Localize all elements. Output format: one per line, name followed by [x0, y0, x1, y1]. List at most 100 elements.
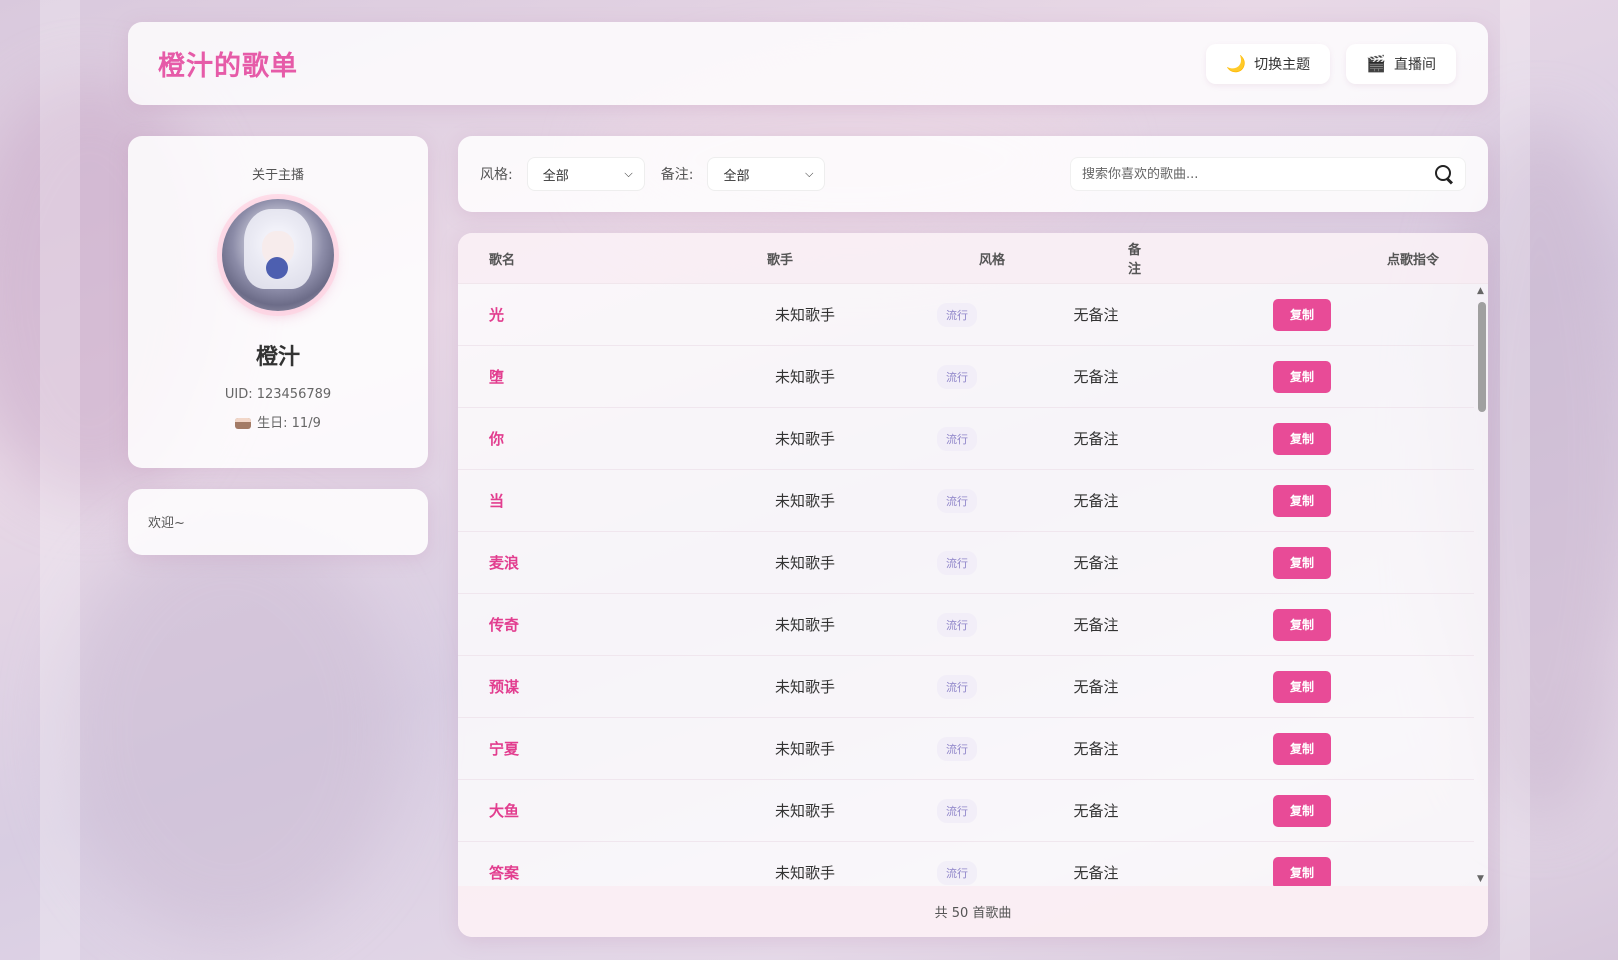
singer-name: 未知歌手 — [774, 678, 835, 696]
copy-button[interactable]: 复制 — [1273, 422, 1331, 455]
table-row: 当未知歌手 流行 无备注 复制 — [458, 470, 1474, 532]
column-header-singer[interactable]: 歌手 — [704, 249, 856, 268]
style-cell: 流行 — [852, 612, 1062, 637]
table-row: 传奇 未知歌手 流行 无备注 复制 — [458, 594, 1474, 656]
note-text: 无备注 — [1073, 430, 1119, 448]
scroll-down-arrow-icon[interactable]: ▼ — [1477, 874, 1484, 884]
table-row: 答案 未知歌手 流行 无备注 复制 — [458, 842, 1474, 886]
table-row: 你未知歌手 流行 无备注 复制 — [458, 408, 1474, 470]
song-name[interactable]: 你 — [458, 428, 758, 449]
song-count: 共 50 首歌曲 — [934, 906, 1012, 921]
singer-name: 未知歌手 — [774, 740, 835, 758]
live-room-button[interactable]: 🎬 直播间 — [1346, 43, 1456, 84]
command-cell: 复制 — [1130, 298, 1474, 331]
scrollbar-thumb[interactable] — [1478, 302, 1486, 412]
style-cell: 流行 — [852, 798, 1062, 823]
command-cell: 复制 — [1130, 422, 1474, 455]
note-text: 无备注 — [1073, 678, 1119, 696]
style-cell: 流行 — [852, 550, 1062, 575]
singer-name: 未知歌手 — [774, 430, 835, 448]
table-footer: 共 50 首歌曲 — [458, 886, 1488, 937]
note-text: 无备注 — [1073, 554, 1119, 572]
copy-button[interactable]: 复制 — [1273, 608, 1331, 641]
column-header-style[interactable]: 风格 — [856, 249, 1128, 268]
copy-button[interactable]: 复制 — [1273, 794, 1331, 827]
streamer-birthday: 生日: 11/9 — [235, 412, 321, 431]
column-header-song[interactable]: 歌名 — [458, 249, 704, 268]
streamer-profile-card: 关于主播 橙汁 UID: 123456789 生日: 11/9 — [128, 136, 428, 468]
command-cell: 复制 — [1130, 794, 1474, 827]
song-name[interactable]: 预谋 — [458, 676, 758, 697]
style-tag: 流行 — [937, 488, 977, 513]
search-input[interactable] — [1082, 166, 1434, 182]
note-text: 无备注 — [1073, 306, 1119, 324]
style-cell: 流行 — [852, 364, 1062, 389]
style-filter-value: 全部 — [542, 168, 569, 184]
style-tag: 流行 — [937, 736, 977, 761]
live-room-label: 直播间 — [1394, 56, 1436, 73]
singer-name: 未知歌手 — [774, 616, 835, 634]
birthday-text: 生日: 11/9 — [257, 416, 321, 431]
style-cell: 流行 — [852, 860, 1062, 885]
note-text: 无备注 — [1073, 368, 1119, 386]
note-text: 无备注 — [1073, 616, 1119, 634]
style-cell: 流行 — [852, 488, 1062, 513]
table-scrollbar[interactable]: ▲ ▼ — [1474, 284, 1488, 886]
note-filter-value: 全部 — [723, 168, 750, 184]
note-text: 无备注 — [1073, 864, 1119, 882]
streamer-uid: UID: 123456789 — [224, 387, 332, 402]
style-cell: 流行 — [852, 674, 1062, 699]
singer-name: 未知歌手 — [774, 802, 835, 820]
clapper-icon: 🎬 — [1366, 54, 1386, 73]
table-row: 大鱼 未知歌手 流行 无备注 复制 — [458, 780, 1474, 842]
song-name[interactable]: 当 — [458, 490, 758, 511]
table-row: 宁夏 未知歌手 流行 无备注 复制 — [458, 718, 1474, 780]
about-streamer-heading: 关于主播 — [251, 168, 304, 183]
style-tag: 流行 — [937, 674, 977, 699]
command-cell: 复制 — [1130, 546, 1474, 579]
welcome-card: 欢迎~ — [128, 489, 428, 555]
command-cell: 复制 — [1130, 608, 1474, 641]
song-name[interactable]: 答案 — [458, 862, 758, 883]
scroll-up-arrow-icon[interactable]: ▲ — [1477, 286, 1484, 296]
switch-theme-button[interactable]: 🌙 切换主题 — [1206, 43, 1331, 84]
song-name[interactable]: 传奇 — [458, 614, 758, 635]
table-row: 预谋 未知歌手 流行 无备注 复制 — [458, 656, 1474, 718]
note-filter-select[interactable]: 全部 ⌵ — [707, 157, 826, 191]
singer-name: 未知歌手 — [774, 492, 835, 510]
song-name[interactable]: 麦浪 — [458, 552, 758, 573]
copy-button[interactable]: 复制 — [1273, 360, 1331, 393]
table-header: 歌名 歌手 风格 备注 点歌指令 — [458, 233, 1488, 284]
singer-name: 未知歌手 — [774, 554, 835, 572]
song-name[interactable]: 大鱼 — [458, 800, 758, 821]
song-name[interactable]: 宁夏 — [458, 738, 758, 759]
song-name[interactable]: 堕 — [458, 366, 758, 387]
style-tag: 流行 — [937, 550, 977, 575]
song-name[interactable]: 光 — [458, 304, 758, 325]
copy-button[interactable]: 复制 — [1273, 484, 1331, 517]
cake-icon — [235, 415, 252, 429]
style-tag: 流行 — [937, 364, 977, 389]
note-text: 无备注 — [1073, 802, 1119, 820]
note-filter-label: 备注: — [660, 167, 694, 183]
style-tag: 流行 — [937, 302, 977, 327]
command-cell: 复制 — [1130, 484, 1474, 517]
welcome-text: 欢迎~ — [148, 516, 185, 531]
singer-name: 未知歌手 — [774, 864, 835, 882]
column-header-note[interactable]: 备注 — [1128, 239, 1141, 277]
command-cell: 复制 — [1130, 360, 1474, 393]
style-filter-select[interactable]: 全部 ⌵ — [526, 157, 645, 191]
copy-button[interactable]: 复制 — [1273, 546, 1331, 579]
copy-button[interactable]: 复制 — [1273, 856, 1331, 886]
command-cell: 复制 — [1130, 670, 1474, 703]
table-row: 堕未知歌手 流行 无备注 复制 — [458, 346, 1474, 408]
copy-button[interactable]: 复制 — [1273, 298, 1331, 331]
streamer-name: 橙汁 — [255, 345, 300, 370]
search-icon[interactable] — [1434, 164, 1454, 184]
style-cell: 流行 — [852, 302, 1062, 327]
style-tag: 流行 — [937, 798, 977, 823]
app-header: 橙汁的歌单 🌙 切换主题 🎬 直播间 — [128, 22, 1488, 105]
copy-button[interactable]: 复制 — [1273, 670, 1331, 703]
style-tag: 流行 — [937, 860, 977, 885]
copy-button[interactable]: 复制 — [1273, 732, 1331, 765]
